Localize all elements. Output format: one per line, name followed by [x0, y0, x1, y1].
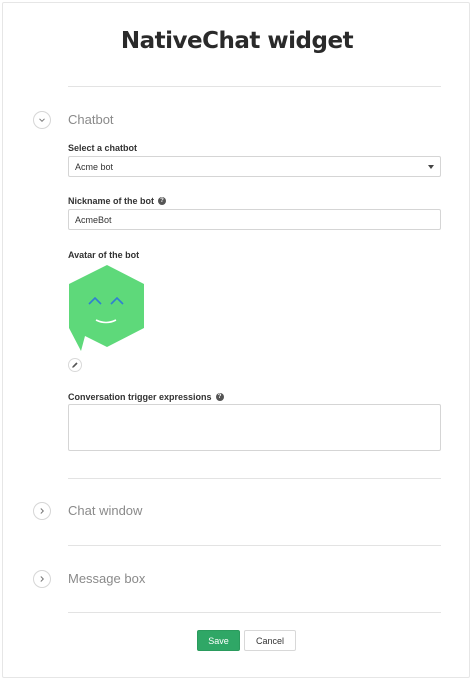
trigger-expressions-textarea[interactable] [68, 404, 441, 451]
bot-avatar [69, 265, 144, 351]
nickname-input[interactable]: AcmeBot [68, 209, 441, 230]
save-button[interactable]: Save [197, 630, 240, 651]
nickname-label: Nickname of the bot ? [68, 196, 167, 206]
chatbot-section-toggle[interactable] [33, 111, 51, 129]
chevron-right-icon [40, 576, 45, 582]
divider-top [68, 86, 441, 87]
chevron-down-icon [39, 118, 45, 123]
message-box-section-title[interactable]: Message box [68, 571, 145, 586]
avatar-label: Avatar of the bot [68, 250, 139, 260]
chatbot-select-value: Acme bot [75, 161, 114, 172]
nickname-input-value: AcmeBot [75, 214, 112, 225]
divider-chat-window [68, 545, 441, 546]
caret-down-icon [428, 165, 434, 169]
chat-window-section-toggle[interactable] [33, 502, 51, 520]
divider-chatbot [68, 478, 441, 479]
divider-message-box [68, 612, 441, 613]
cancel-button[interactable]: Cancel [244, 630, 296, 651]
trigger-label: Conversation trigger expressions ? [68, 392, 224, 402]
help-icon[interactable]: ? [215, 393, 224, 401]
avatar-hexagon [69, 265, 144, 351]
select-chatbot-label-text: Select a chatbot [68, 143, 138, 153]
chatbot-select[interactable]: Acme bot [68, 156, 441, 177]
chat-window-section-title[interactable]: Chat window [68, 503, 142, 518]
edit-avatar-button[interactable] [68, 358, 82, 372]
trigger-label-text: Conversation trigger expressions [68, 392, 212, 402]
help-icon[interactable]: ? [158, 197, 167, 205]
select-chatbot-label: Select a chatbot [68, 143, 137, 153]
nickname-label-text: Nickname of the bot [68, 196, 155, 206]
avatar-label-text: Avatar of the bot [68, 250, 140, 260]
pencil-icon [72, 362, 78, 368]
chatbot-section-title[interactable]: Chatbot [68, 112, 114, 127]
page-title: NativeChat widget [120, 28, 354, 54]
message-box-section-toggle[interactable] [33, 570, 51, 588]
chevron-right-icon [40, 508, 45, 514]
